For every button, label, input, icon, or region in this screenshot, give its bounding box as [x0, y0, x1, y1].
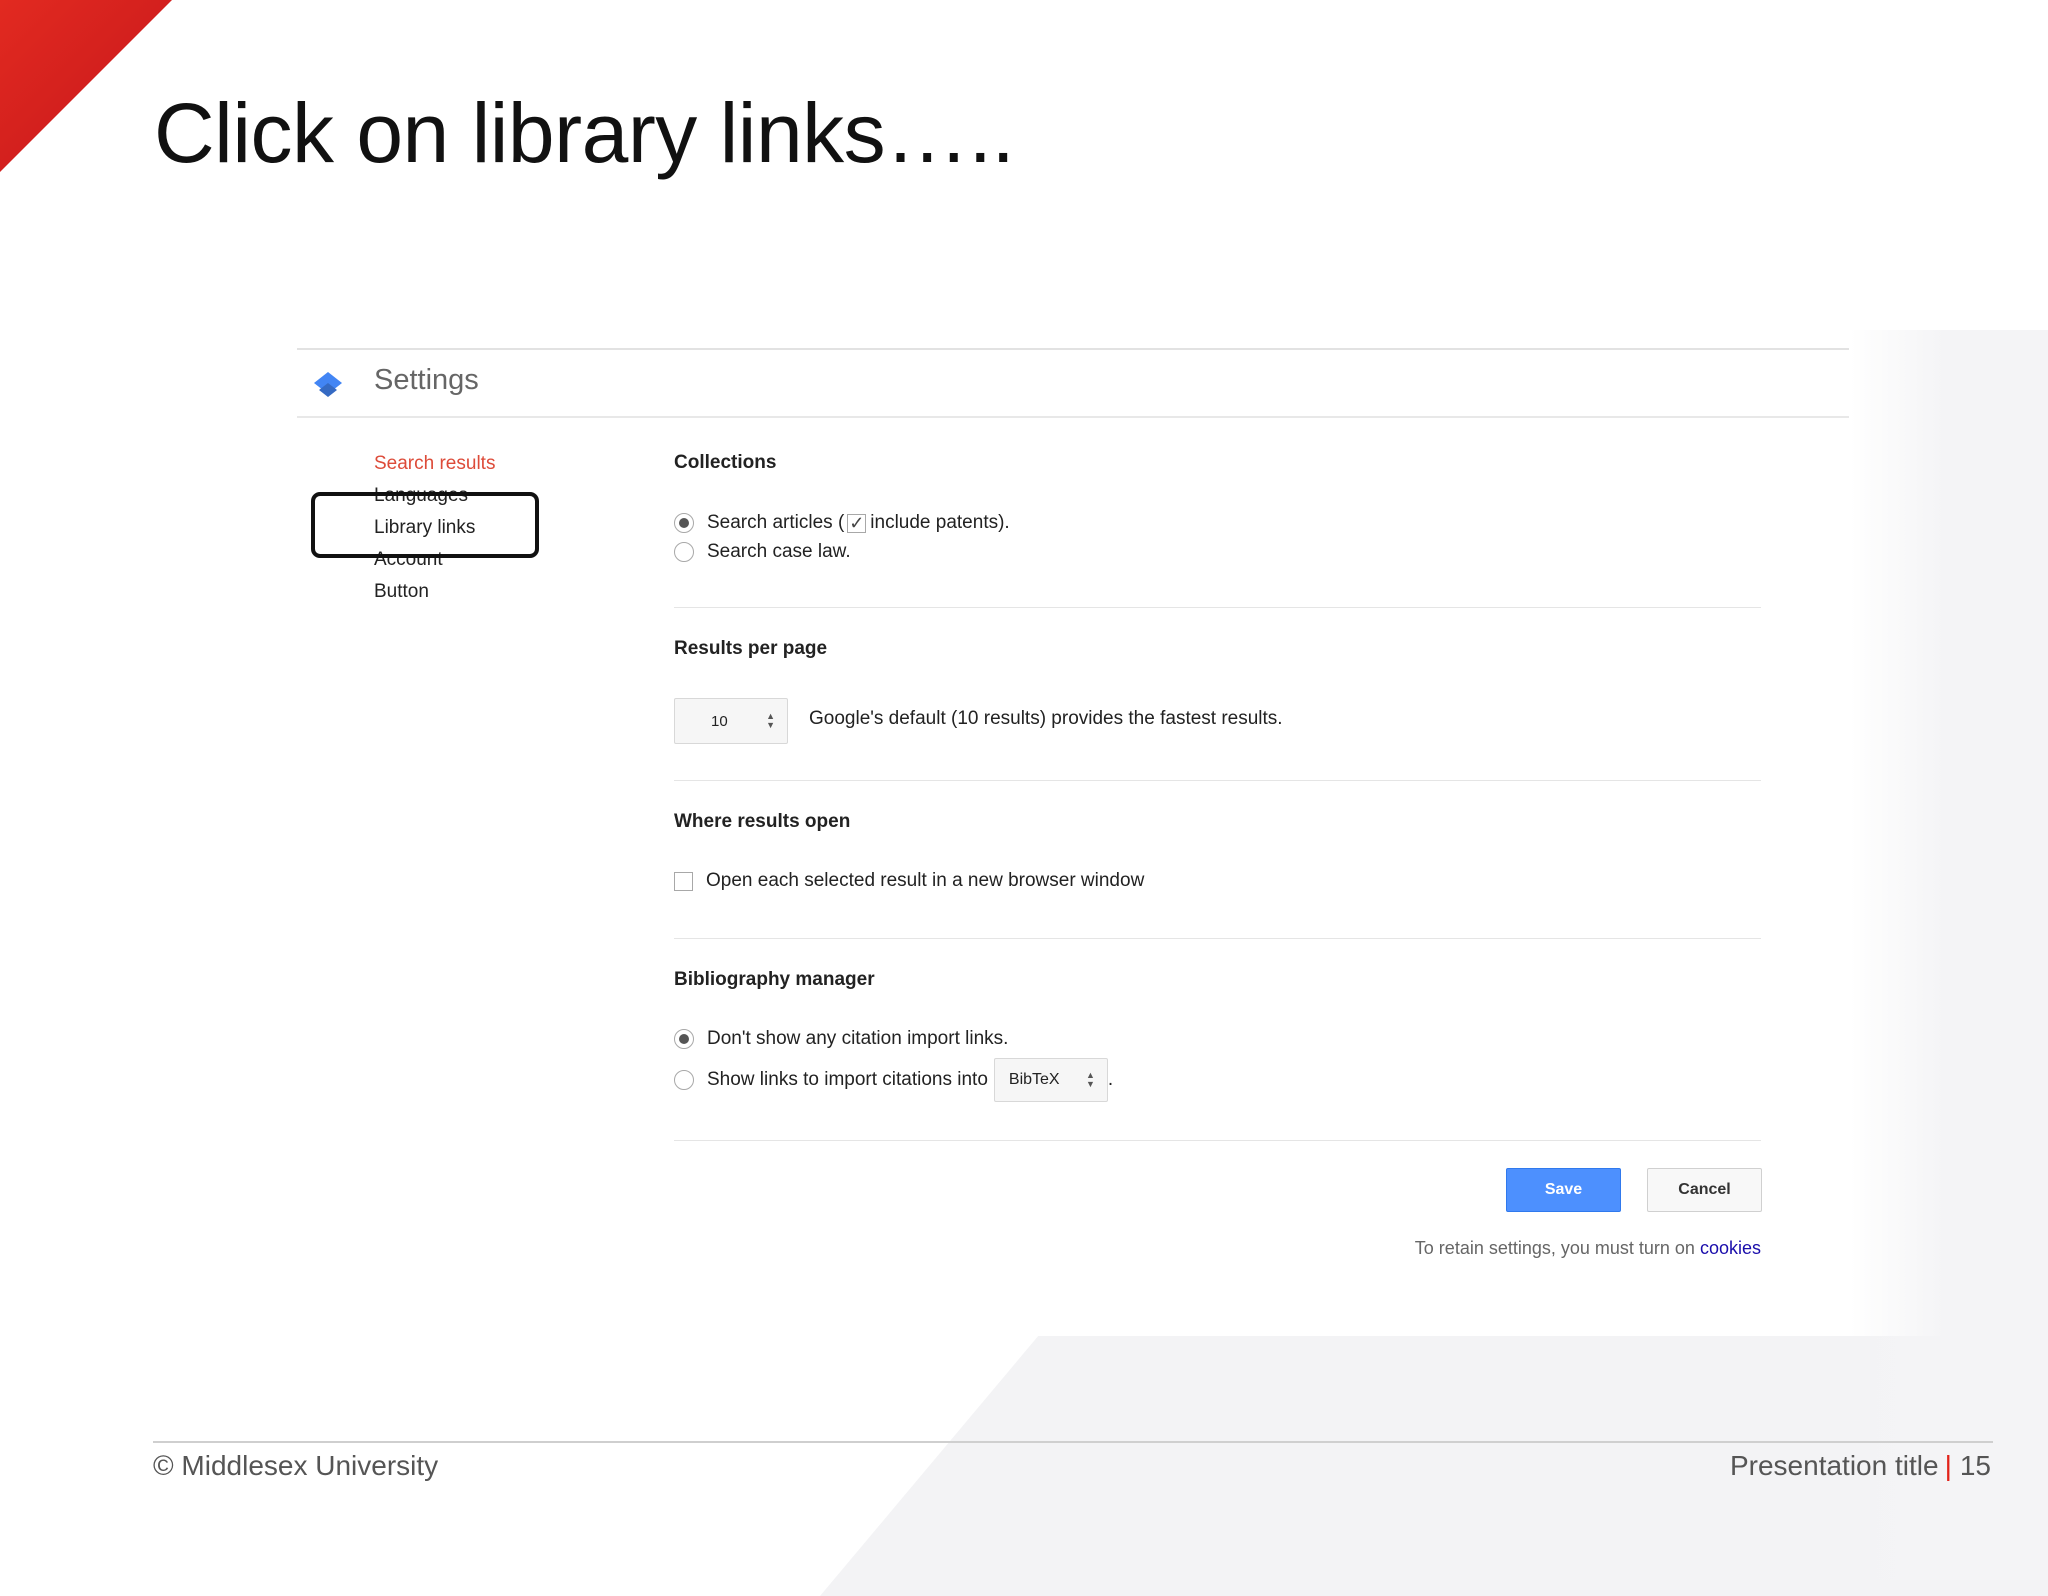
results-per-page-select[interactable]: 10 ▲ ▼: [674, 698, 788, 744]
search-articles-label: Search articles (: [707, 512, 845, 533]
show-citation-links-radio[interactable]: [674, 1070, 694, 1090]
include-patents-checkbox[interactable]: ✓: [847, 513, 867, 533]
new-window-label: Open each selected result in a new brows…: [706, 870, 1145, 891]
bibliography-title: Bibliography manager: [674, 969, 875, 990]
citation-format-suffix: .: [1107, 1069, 1114, 1090]
no-citation-links-option[interactable]: Don't show any citation import links.: [674, 1028, 1008, 1050]
settings-screenshot: Settings Search results Languages Librar…: [297, 348, 1849, 1308]
page-number: 15: [1959, 1450, 1991, 1481]
citation-format-value: BibTeX: [1008, 1071, 1060, 1088]
where-results-open-title: Where results open: [674, 811, 851, 832]
stepper-arrows-icon: ▲ ▼: [766, 711, 775, 730]
citation-format-select[interactable]: BibTeX ▲ ▼: [993, 1058, 1108, 1102]
slide-title: Click on library links…..: [154, 86, 1015, 180]
search-articles-radio[interactable]: [674, 513, 694, 533]
corner-accent: [0, 0, 172, 172]
scholar-logo-icon: [314, 372, 342, 397]
cancel-button[interactable]: Cancel: [1647, 1168, 1762, 1212]
show-citation-links-label: Show links to import citations into: [707, 1069, 988, 1090]
collections-title: Collections: [674, 452, 777, 473]
footer-copyright: © Middlesex University: [153, 1450, 439, 1481]
search-case-law-radio[interactable]: [674, 542, 694, 562]
footer-info: Presentation title | 15: [1730, 1450, 1991, 1482]
footer-separator: |: [1944, 1450, 1952, 1481]
section-divider: [674, 607, 1761, 608]
search-case-law-option[interactable]: Search case law.: [674, 541, 851, 563]
retain-settings-text: To retain settings, you must turn on: [1414, 1238, 1695, 1258]
presentation-title: Presentation title: [1729, 1450, 1939, 1481]
results-per-page-value: 10: [711, 712, 728, 730]
top-divider: [297, 348, 1849, 350]
library-links-highlight: [311, 492, 539, 558]
section-divider: [674, 1140, 1761, 1141]
stepper-arrows-icon: ▲ ▼: [1085, 1070, 1095, 1089]
section-divider: [674, 938, 1761, 939]
nav-item-button[interactable]: Button: [374, 576, 495, 608]
search-articles-option[interactable]: Search articles ( ✓ include patents).: [674, 512, 1010, 534]
cookies-link[interactable]: cookies: [1700, 1238, 1761, 1258]
include-patents-label: include patents).: [870, 512, 1010, 533]
settings-title: Settings: [374, 364, 479, 396]
header-divider: [297, 416, 1849, 418]
no-citation-links-radio[interactable]: [674, 1029, 694, 1049]
save-button[interactable]: Save: [1506, 1168, 1621, 1212]
search-case-law-label: Search case law.: [707, 541, 851, 562]
new-window-option[interactable]: Open each selected result in a new brows…: [674, 870, 1144, 892]
nav-item-search-results[interactable]: Search results: [374, 448, 495, 480]
no-citation-links-label: Don't show any citation import links.: [707, 1028, 1009, 1049]
retain-settings-note: To retain settings, you must turn on coo…: [1415, 1238, 1761, 1259]
show-citation-links-option[interactable]: Show links to import citations into BibT…: [674, 1058, 1113, 1102]
footer-divider: [153, 1441, 1993, 1443]
section-divider: [674, 780, 1761, 781]
new-window-checkbox[interactable]: [674, 871, 693, 891]
results-per-page-title: Results per page: [674, 638, 828, 659]
background-gradient: [1850, 330, 2048, 1580]
results-per-page-hint: Google's default (10 results) provides t…: [809, 708, 1283, 729]
